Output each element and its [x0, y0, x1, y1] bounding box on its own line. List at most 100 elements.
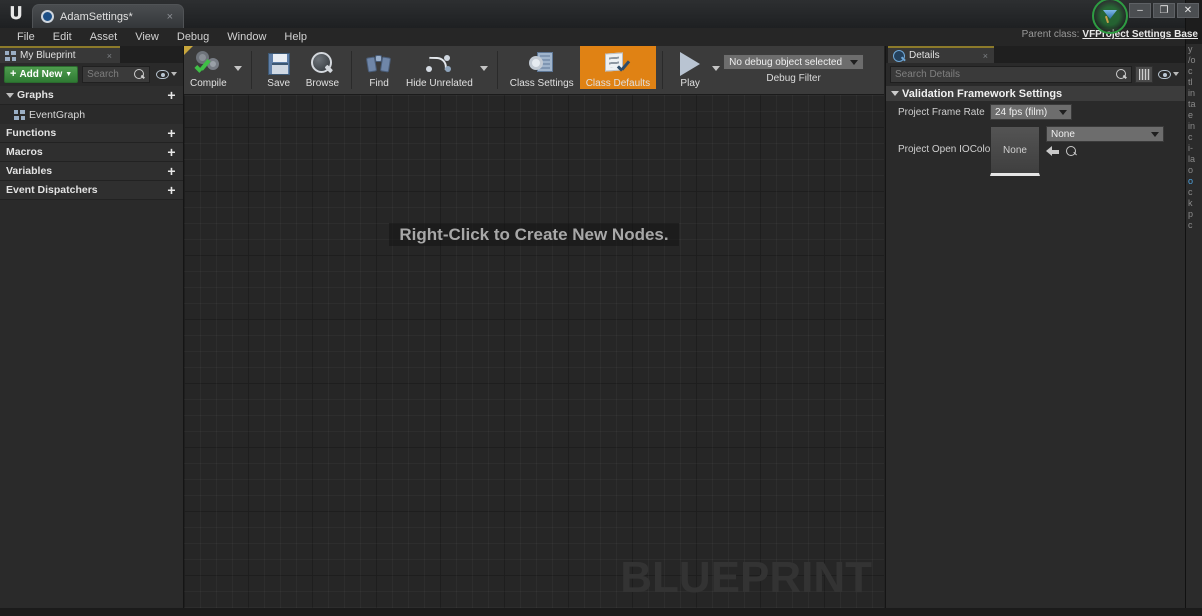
- tree-row-label: Functions: [6, 127, 56, 139]
- my-blueprint-search-input[interactable]: Search: [82, 66, 150, 83]
- my-blueprint-tab-label: My Blueprint: [20, 50, 76, 61]
- background-text-line: in: [1186, 121, 1202, 132]
- property-value: 24 fps (film): [990, 104, 1185, 123]
- column-grid-icon: [1139, 69, 1150, 80]
- find-button[interactable]: Find: [358, 46, 400, 89]
- chevron-down-icon[interactable]: [712, 66, 720, 71]
- tree-group-graphs[interactable]: Graphs+: [0, 86, 183, 105]
- window-controls: – ❐ ✕: [1129, 3, 1199, 18]
- document-tab-adamsettings[interactable]: AdamSettings* ×: [32, 4, 184, 28]
- debug-object-dropdown[interactable]: No debug object selected: [723, 54, 864, 70]
- triangle-expanded-icon[interactable]: [6, 93, 14, 98]
- menu-item-asset[interactable]: Asset: [81, 28, 127, 46]
- debug-filter-label: Debug Filter: [766, 73, 820, 84]
- details-search-input[interactable]: Search Details: [890, 66, 1132, 83]
- background-text-line: /o: [1186, 55, 1202, 66]
- background-text-line: tl: [1186, 77, 1202, 88]
- toolbar-corner-marker: [184, 46, 193, 55]
- ocio-config-dropdown[interactable]: None: [1046, 126, 1164, 142]
- details-visibility-button[interactable]: [1156, 70, 1181, 79]
- add-item-button[interactable]: +: [165, 89, 178, 102]
- save-button[interactable]: Save: [258, 46, 300, 89]
- chevron-down-icon: [1151, 132, 1159, 137]
- add-new-button[interactable]: + Add New ▼: [4, 66, 78, 83]
- chevron-down-icon: ▼: [65, 71, 72, 78]
- play-button[interactable]: Play: [669, 46, 711, 89]
- details-section-header[interactable]: Validation Framework Settings: [886, 85, 1185, 101]
- event-graph-icon: [14, 110, 25, 120]
- minimize-button[interactable]: –: [1129, 3, 1151, 18]
- my-blueprint-panel: My Blueprint × + Add New ▼ Search Graphs…: [0, 46, 184, 608]
- asset-thumbnail[interactable]: None: [990, 126, 1040, 176]
- graph-editor-region: Event Graph × ☆ AdamSettings: [184, 46, 884, 608]
- menu-item-help[interactable]: Help: [275, 28, 316, 46]
- tab-details[interactable]: Details ×: [888, 46, 994, 63]
- background-window-strip: y/octlintaeinci-laoockpc: [1185, 0, 1202, 616]
- chevron-down-icon[interactable]: [234, 66, 242, 71]
- document-tab-label: AdamSettings*: [60, 11, 133, 23]
- plus-icon: +: [10, 69, 16, 80]
- tab-my-blueprint[interactable]: My Blueprint ×: [0, 46, 120, 63]
- list-item[interactable]: EventGraph: [0, 105, 183, 124]
- close-icon[interactable]: ×: [971, 51, 988, 61]
- chevron-down-icon[interactable]: [480, 66, 488, 71]
- add-item-button[interactable]: +: [165, 165, 178, 178]
- visibility-options-button[interactable]: [154, 70, 179, 79]
- details-search-row: Search Details: [886, 63, 1185, 83]
- title-bar: 𝐔 AdamSettings* ×: [0, 0, 1185, 28]
- gear-page-icon: [529, 50, 554, 77]
- add-item-button[interactable]: +: [165, 127, 178, 140]
- background-text-line: c: [1186, 66, 1202, 77]
- menu-item-window[interactable]: Window: [218, 28, 275, 46]
- hide-unrelated-button[interactable]: Hide Unrelated: [400, 46, 479, 89]
- add-item-button[interactable]: +: [165, 184, 178, 197]
- tree-group-event-dispatchers[interactable]: Event Dispatchers +: [0, 181, 183, 200]
- menu-item-debug[interactable]: Debug: [168, 28, 218, 46]
- search-icon: [1116, 69, 1127, 80]
- diamond-gem-icon[interactable]: [1102, 8, 1118, 24]
- blueprint-circle-icon: [41, 10, 54, 23]
- add-item-button[interactable]: +: [165, 146, 178, 159]
- details-section-title: Validation Framework Settings: [902, 88, 1062, 100]
- property-value: None None: [990, 126, 1185, 176]
- tree-row-label: Macros: [6, 146, 43, 158]
- parent-class-label: Parent class:: [1022, 29, 1080, 40]
- toolbar-button-label: Find: [369, 78, 388, 89]
- empty-graph-hint: Right-Click to Create New Nodes.: [184, 225, 884, 245]
- close-button[interactable]: ✕: [1177, 3, 1199, 18]
- toolbar-button-label: Compile: [190, 78, 227, 89]
- class-defaults-button[interactable]: Class Defaults: [580, 46, 656, 89]
- tree-group-variables[interactable]: Variables+: [0, 162, 183, 181]
- browse-asset-icon[interactable]: [1066, 146, 1077, 157]
- close-icon[interactable]: ×: [93, 51, 112, 61]
- menu-item-file[interactable]: File: [8, 28, 44, 46]
- binoculars-icon: [366, 50, 392, 77]
- use-selected-asset-icon[interactable]: [1046, 146, 1059, 157]
- event-graph-canvas[interactable]: ☆ AdamSettings ❯ Event Graph Zoom 1:1: [184, 63, 884, 608]
- column-layout-button[interactable]: [1135, 66, 1153, 83]
- property-label: Project Frame Rate: [886, 104, 990, 123]
- menu-item-edit[interactable]: Edit: [44, 28, 81, 46]
- bottom-status-bar: [0, 608, 1202, 616]
- tree-group-macros[interactable]: Macros +: [0, 143, 183, 162]
- my-blueprint-toolbar: + Add New ▼ Search: [0, 63, 183, 85]
- background-text-line: o: [1186, 176, 1202, 187]
- background-text-line: la: [1186, 154, 1202, 165]
- background-text-line: ta: [1186, 99, 1202, 110]
- browse-button[interactable]: Browse: [300, 46, 345, 89]
- class-settings-button[interactable]: Class Settings: [504, 46, 580, 89]
- details-tab-label: Details: [909, 50, 940, 61]
- asset-picker: None None: [990, 126, 1179, 176]
- maximize-button[interactable]: ❐: [1153, 3, 1175, 18]
- search-icon: [134, 69, 145, 80]
- ocio-config-value: None: [1051, 129, 1075, 140]
- tree-group-functions[interactable]: Functions +: [0, 124, 183, 143]
- property-label: Project Open IOColor Con: [886, 126, 990, 176]
- frame-rate-value: 24 fps (film): [995, 107, 1047, 118]
- divider: [497, 51, 498, 89]
- menu-item-view[interactable]: View: [126, 28, 168, 46]
- tree-row-label: Event Dispatchers: [6, 184, 98, 196]
- toolbar-button-label: Play: [680, 78, 699, 89]
- close-icon[interactable]: ×: [155, 11, 173, 23]
- frame-rate-dropdown[interactable]: 24 fps (film): [990, 104, 1072, 120]
